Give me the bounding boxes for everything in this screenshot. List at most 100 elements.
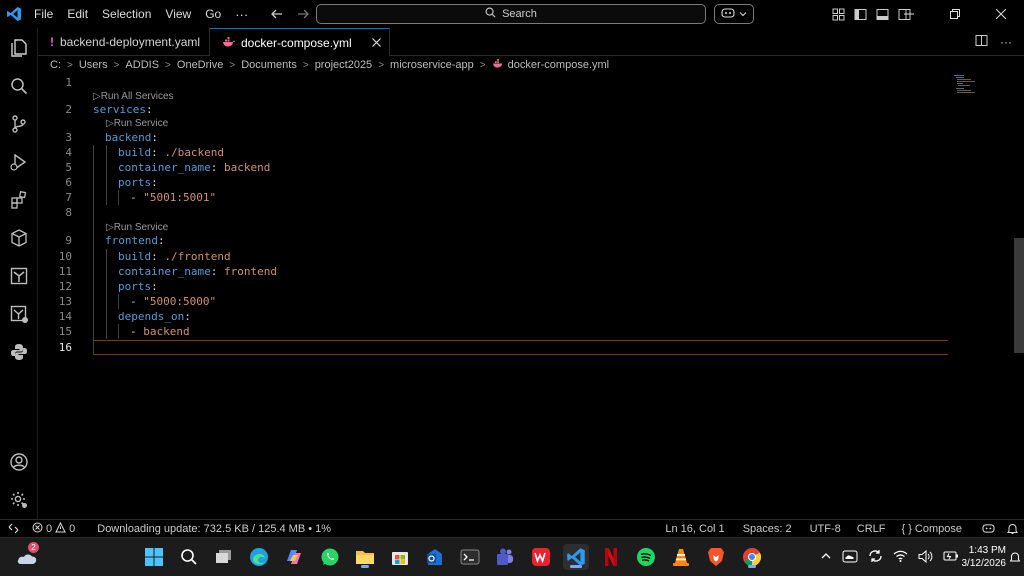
chevron-right-icon: >: [302, 59, 309, 71]
search-activity-icon[interactable]: [0, 68, 38, 104]
battery-charging-icon[interactable]: [943, 550, 959, 565]
spotify-icon[interactable]: [633, 544, 659, 570]
indentation[interactable]: Spaces: 2: [737, 523, 798, 535]
copilot-app-icon[interactable]: [281, 544, 307, 570]
windows-start-icon[interactable]: [141, 544, 167, 570]
remote-explorer-icon[interactable]: [0, 296, 38, 332]
breadcrumb-item[interactable]: Documents: [241, 59, 297, 71]
yaml-value: ./backend: [164, 146, 224, 159]
explorer-icon[interactable]: [0, 30, 38, 66]
whatsapp-icon[interactable]: [317, 544, 343, 570]
source-control-icon[interactable]: [0, 106, 38, 142]
brave-browser-icon[interactable]: [703, 544, 729, 570]
minimize-icon[interactable]: [886, 0, 932, 28]
accounts-icon[interactable]: [0, 444, 38, 480]
remote-indicator-icon[interactable]: [0, 520, 26, 538]
netflix-icon[interactable]: [598, 544, 624, 570]
codelens-label: Run All Services: [100, 91, 174, 102]
code-editor[interactable]: 1 2 3 4 5 6 7 8 9 10 11 12 13 14 15 16 ▷…: [38, 74, 1016, 519]
minimap[interactable]: [954, 74, 1004, 104]
file-explorer-icon[interactable]: [352, 544, 378, 570]
run-debug-icon[interactable]: [0, 144, 38, 180]
system-clock[interactable]: 1:43 PM 3/12/2026: [962, 544, 1007, 570]
restore-icon[interactable]: [932, 0, 978, 28]
close-window-icon[interactable]: [978, 0, 1024, 28]
menu-more-button[interactable]: ···: [227, 7, 256, 22]
task-view-icon[interactable]: [211, 544, 237, 570]
menu-view[interactable]: View: [159, 0, 197, 28]
back-arrow-icon[interactable]: [268, 5, 286, 23]
teams-icon[interactable]: [492, 544, 518, 570]
customize-layout-icon[interactable]: [830, 6, 846, 22]
yaml-key: depends_on: [118, 310, 185, 323]
terminal-icon[interactable]: [457, 544, 483, 570]
current-line-highlight: [93, 340, 948, 355]
forward-arrow-icon[interactable]: [294, 5, 312, 23]
copilot-button[interactable]: [714, 4, 754, 24]
chrome-icon[interactable]: [739, 544, 765, 570]
encoding[interactable]: UTF-8: [804, 523, 847, 535]
kubernetes-icon[interactable]: [0, 258, 38, 294]
line-number: 10: [58, 250, 72, 263]
breadcrumb-item[interactable]: microservice-app: [390, 59, 474, 71]
close-tab-icon[interactable]: [369, 36, 383, 50]
sync-icon[interactable]: [868, 549, 883, 566]
onedrive-cloud-icon[interactable]: [842, 549, 858, 566]
indent-guide: [118, 294, 119, 309]
yaml-key: build: [118, 146, 152, 159]
weather-widget-icon[interactable]: 2: [14, 542, 40, 570]
codelens-run-service[interactable]: ▷Run Service: [106, 117, 168, 130]
breadcrumb: C: > Users > ADDIS > OneDrive > Document…: [38, 56, 1024, 74]
more-actions-icon[interactable]: ···: [1000, 35, 1012, 49]
scrollbar-thumb[interactable]: [1014, 238, 1024, 353]
wifi-icon[interactable]: [893, 550, 908, 565]
tab-docker-compose[interactable]: docker-compose.yml: [210, 28, 390, 56]
problems-indicator[interactable]: 0 0: [26, 521, 81, 536]
language-mode[interactable]: { } Compose: [896, 523, 968, 535]
chevron-up-icon[interactable]: [820, 550, 832, 565]
python-icon[interactable]: [0, 334, 38, 370]
outlook-icon[interactable]: [422, 544, 448, 570]
toggle-primary-sidebar-icon[interactable]: [852, 6, 868, 22]
docker-whale-icon: [222, 36, 236, 50]
notifications-bell-icon[interactable]: [1001, 523, 1024, 535]
yaml-key: container_name: [118, 161, 211, 174]
breadcrumb-item[interactable]: OneDrive: [177, 59, 223, 71]
breadcrumb-item-file[interactable]: docker-compose.yml: [508, 59, 609, 71]
containers-icon[interactable]: [0, 220, 38, 256]
split-editor-icon[interactable]: [975, 34, 988, 50]
wps-office-icon[interactable]: [528, 544, 554, 570]
command-center-search[interactable]: Search: [316, 4, 706, 24]
extensions-icon[interactable]: [0, 182, 38, 218]
status-bar: 0 0 Downloading update: 732.5 KB / 125.4…: [0, 519, 1024, 537]
editor-scrollbar[interactable]: [1014, 74, 1024, 519]
breadcrumb-item[interactable]: C:: [50, 59, 61, 71]
volume-icon[interactable]: [918, 549, 933, 566]
edge-browser-icon[interactable]: [246, 544, 272, 570]
yaml-value: frontend: [223, 265, 277, 278]
code-line: backend:: [105, 131, 158, 144]
cursor-position[interactable]: Ln 16, Col 1: [659, 523, 730, 535]
menu-file[interactable]: File: [28, 0, 59, 28]
tab-backend-deployment[interactable]: ! backend-deployment.yaml: [38, 28, 210, 56]
settings-gear-icon[interactable]: [0, 482, 38, 518]
menu-edit[interactable]: Edit: [61, 0, 94, 28]
end-of-line[interactable]: CRLF: [851, 523, 892, 535]
vscode-logo-icon[interactable]: [0, 0, 28, 28]
vscode-taskbar-icon[interactable]: [563, 544, 589, 570]
update-progress[interactable]: Downloading update: 732.5 KB / 125.4 MB …: [91, 523, 337, 535]
menu-go[interactable]: Go: [199, 0, 227, 28]
breadcrumb-item[interactable]: ADDIS: [125, 59, 159, 71]
vlc-icon[interactable]: [668, 544, 694, 570]
copilot-status-icon[interactable]: [976, 523, 1001, 534]
breadcrumb-item[interactable]: Users: [79, 59, 108, 71]
notification-center-icon[interactable]: [1009, 552, 1021, 566]
line-number: 14: [58, 310, 72, 323]
taskbar-search-icon[interactable]: [176, 544, 202, 570]
menu-selection[interactable]: Selection: [96, 0, 157, 28]
line-number: 4: [65, 146, 72, 159]
chevron-right-icon: >: [67, 59, 73, 71]
chevron-right-icon: >: [479, 59, 486, 71]
breadcrumb-item[interactable]: project2025: [315, 59, 373, 71]
microsoft-store-icon[interactable]: [387, 544, 413, 570]
